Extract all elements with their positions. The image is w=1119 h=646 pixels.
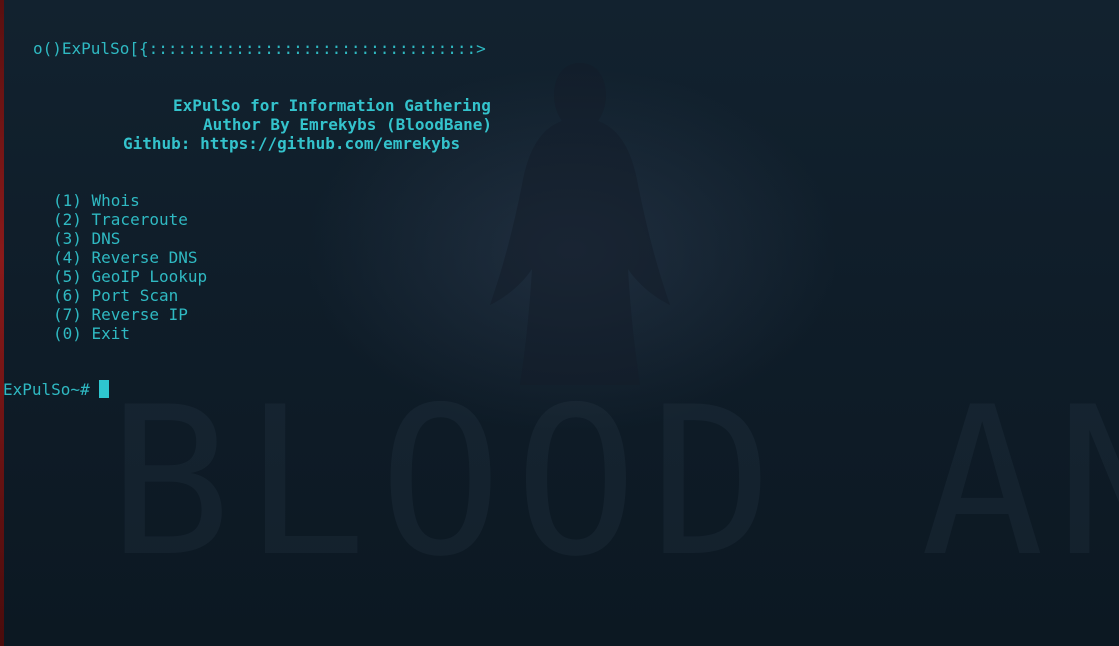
menu-item-port-scan: (6) Port Scan [53,286,179,305]
text-cursor[interactable] [99,380,110,398]
command-input-line[interactable]: ExPulSo~# [3,380,110,400]
menu-item-dns: (3) DNS [53,229,121,248]
menu-item-traceroute: (2) Traceroute [53,210,188,229]
menu-item-geoip-lookup: (5) GeoIP Lookup [53,267,208,286]
background-logo-text: BLOOD ANE [108,364,1119,602]
menu-item-exit: (0) Exit [53,324,131,343]
github-line: Github: https://github.com/emrekybs [123,134,461,153]
background-figure-image [490,63,670,385]
author-line: Author By Emrekybs (BloodBane) [203,115,492,134]
menu-item-whois: (1) Whois [53,191,140,210]
banner-line: o()ExPulSo[{::::::::::::::::::::::::::::… [33,39,486,58]
menu-item-reverse-dns: (4) Reverse DNS [53,248,198,267]
shell-prompt: ExPulSo~# [3,380,100,399]
tool-title: ExPulSo for Information Gathering [173,96,491,115]
window-edge [0,0,4,646]
menu-item-reverse-ip: (7) Reverse IP [53,305,188,324]
terminal-window[interactable]: BLOOD ANE o()ExPulSo[{::::::::::::::::::… [0,0,1119,646]
